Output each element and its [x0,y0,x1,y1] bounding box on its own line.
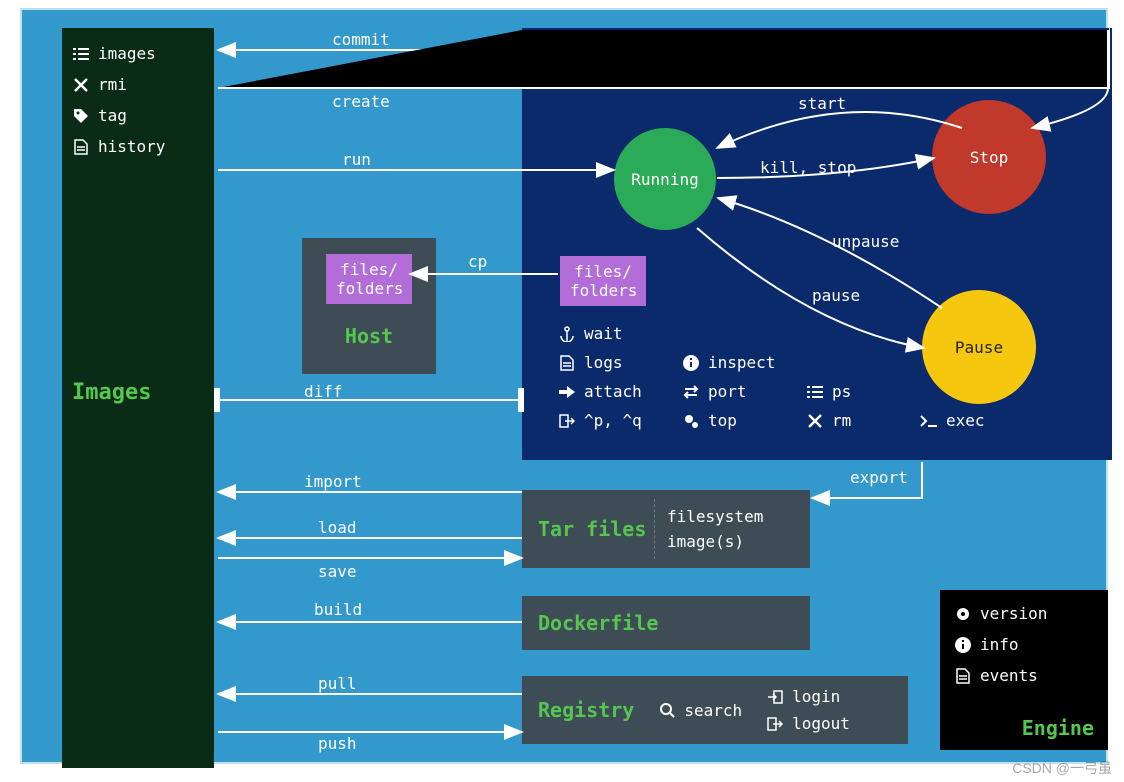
arrow-label-start: start [798,94,846,113]
arrow-label-run: run [342,150,371,169]
wires-global [22,10,1110,766]
arrow-label-cp: cp [468,252,487,271]
arrow-label-pull: pull [318,674,357,693]
arrow-label-unpause: unpause [832,232,899,251]
arrow-label-load: load [318,518,357,537]
arrow-label-create: create [332,92,390,111]
arrow-label-killstop: kill, stop [760,158,856,177]
arrow-label-build: build [314,600,362,619]
arrow-label-commit: commit [332,30,390,49]
arrow-label-push: push [318,734,357,753]
arrow-label-diff: diff [304,382,343,401]
arrow-label-import: import [304,472,362,491]
arrow-label-pause: pause [812,286,860,305]
arrow-label-save: save [318,562,357,581]
arrow-label-export: export [850,468,908,487]
diagram-canvas: images rmi tag history Images files/ fol… [20,8,1108,764]
